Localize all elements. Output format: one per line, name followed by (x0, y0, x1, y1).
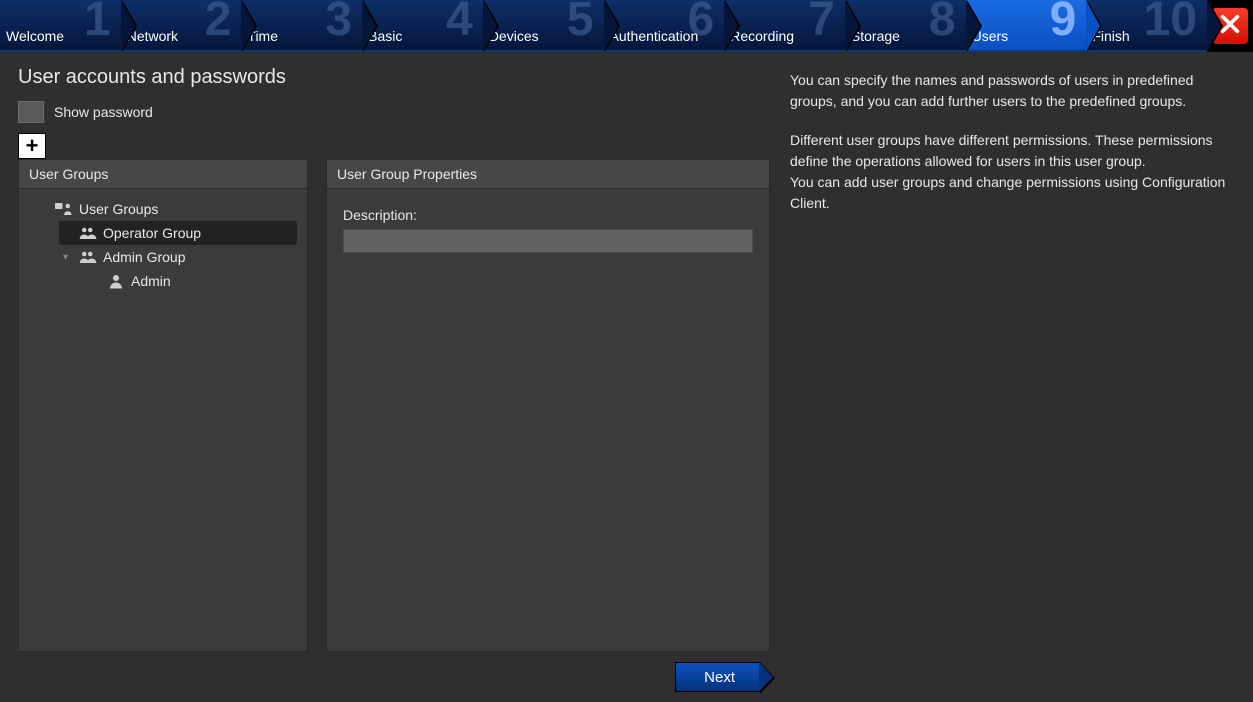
step-label: Authentication (610, 28, 699, 44)
step-number: 7 (808, 0, 835, 46)
users-root-icon (55, 201, 73, 217)
step-recording[interactable]: 7 Recording (724, 0, 845, 50)
step-label: Welcome (6, 28, 64, 44)
step-number: 4 (446, 0, 473, 46)
body: User accounts and passwords Show passwor… (0, 52, 1253, 702)
tree-label: Operator Group (103, 225, 201, 241)
user-groups-panel: User Groups User Groups (18, 159, 308, 652)
wizard-step-bar: 1 Welcome 2 Network 3 Time 4 Basic 5 Dev… (0, 0, 1253, 52)
help-paragraph-2: Different user groups have different per… (790, 130, 1231, 214)
tree-operator-group[interactable]: Operator Group (59, 221, 297, 245)
step-devices[interactable]: 5 Devices (483, 0, 604, 50)
step-number: 1 (84, 0, 111, 46)
tree-label: Admin (131, 273, 171, 289)
show-password-checkbox[interactable] (18, 101, 44, 123)
step-authentication[interactable]: 6 Authentication (604, 0, 725, 50)
help-paragraph-1: You can specify the names and passwords … (790, 70, 1231, 112)
left-column: User accounts and passwords Show passwor… (0, 52, 780, 702)
step-finish[interactable]: 10 Finish (1086, 0, 1207, 50)
tree-label: Admin Group (103, 249, 185, 265)
step-network[interactable]: 2 Network (121, 0, 242, 50)
step-number: 9 (1050, 0, 1077, 46)
tree-admin-user[interactable]: Admin (87, 269, 297, 293)
next-button[interactable]: Next (675, 662, 760, 692)
help-pane: You can specify the names and passwords … (780, 52, 1253, 702)
step-number: 5 (567, 0, 594, 46)
user-icon (107, 273, 125, 289)
user-group-properties-panel: User Group Properties Description: (326, 159, 770, 652)
group-icon (79, 225, 97, 241)
show-password-row: Show password (18, 101, 770, 123)
page-title: User accounts and passwords (18, 66, 770, 89)
properties-panel-body: Description: (327, 189, 769, 651)
next-button-row: Next (18, 662, 770, 692)
description-label: Description: (343, 207, 759, 223)
step-users[interactable]: 9 Users (966, 0, 1087, 50)
step-number: 10 (1144, 0, 1197, 46)
chevron-down-icon: ▾ (63, 252, 73, 263)
description-input[interactable] (343, 229, 753, 253)
user-groups-panel-title: User Groups (19, 160, 307, 189)
step-number: 3 (325, 0, 352, 46)
add-user-button[interactable]: + (18, 133, 46, 159)
show-password-label: Show password (54, 104, 153, 120)
tree-admin-group[interactable]: ▾ Admin Group (59, 245, 297, 269)
step-welcome[interactable]: 1 Welcome (0, 0, 121, 50)
step-number: 8 (929, 0, 956, 46)
step-number: 2 (205, 0, 232, 46)
next-button-label: Next (704, 669, 735, 686)
properties-panel-title: User Group Properties (327, 160, 769, 189)
tree-label: User Groups (79, 201, 158, 217)
step-basic[interactable]: 4 Basic (362, 0, 483, 50)
step-storage[interactable]: 8 Storage (845, 0, 966, 50)
tree-root-user-groups[interactable]: User Groups (35, 197, 297, 221)
step-time[interactable]: 3 Time (241, 0, 362, 50)
user-groups-tree: User Groups Operator Group ▾ (19, 189, 307, 651)
plus-icon: + (26, 133, 39, 159)
group-icon (79, 249, 97, 265)
panels: User Groups User Groups (18, 159, 770, 652)
